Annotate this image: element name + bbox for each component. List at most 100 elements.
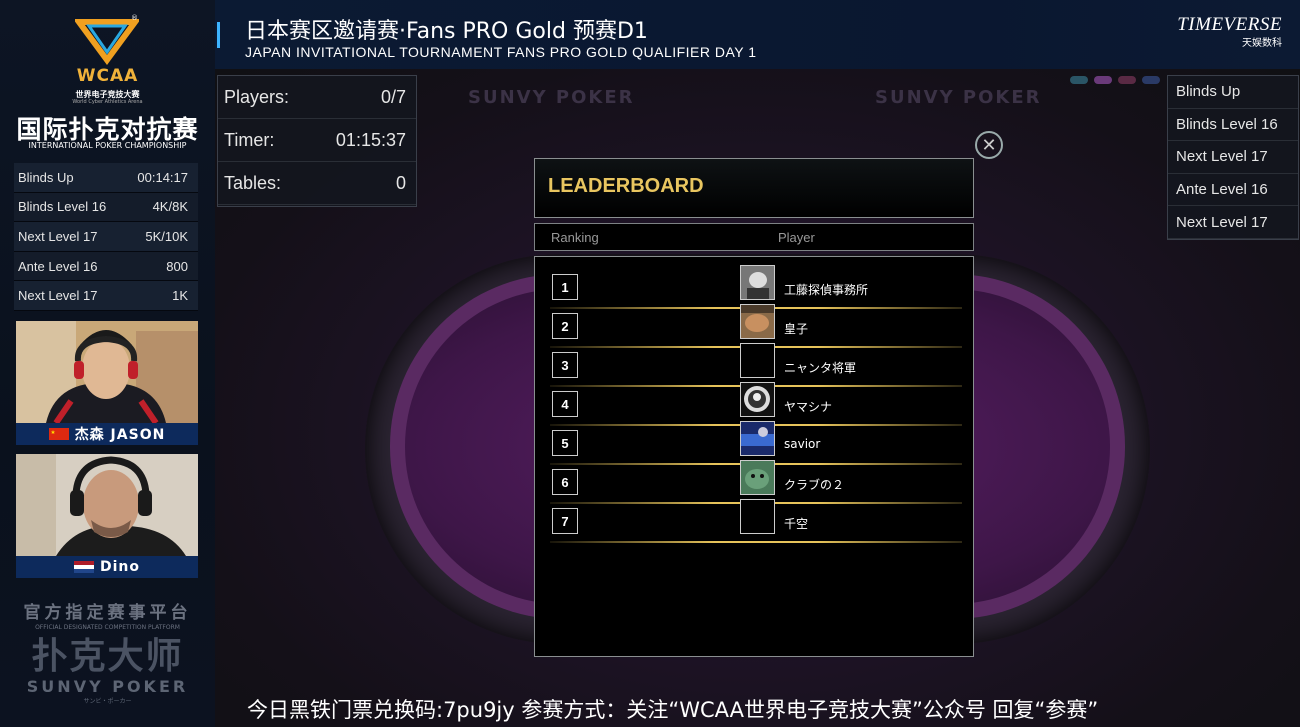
info-label: Timer:: [224, 129, 275, 150]
player-name: ヤマシナ: [784, 400, 833, 414]
platform-branding: 官方指定赛事平台 OFFICIAL DESIGNATED COMPETITION…: [0, 596, 215, 727]
wcaa-text: WCAA: [76, 66, 139, 86]
player-name: クラブの２: [784, 478, 845, 492]
player-name: 千空: [784, 517, 809, 531]
column-header-ranking: Ranking: [551, 230, 599, 245]
sunvy-poker-logo: SUNVY POKER: [26, 677, 189, 696]
blinds-row: Ante Level 16 800: [14, 251, 198, 282]
player-name: ニャンタ将軍: [784, 361, 857, 375]
right-blinds-row: Next Level 17: [1168, 206, 1298, 239]
blinds-value: 4K/8K: [152, 199, 188, 215]
close-leaderboard-button[interactable]: ✕: [975, 131, 1003, 159]
rank-box: 3: [552, 352, 578, 378]
player-name: Dino: [99, 559, 140, 575]
svg-text:®: ®: [131, 14, 138, 22]
rank-box: 5: [552, 430, 578, 456]
info-row-players: Players: 0/7: [218, 76, 416, 119]
rank-box: 4: [552, 391, 578, 417]
ticker-text: 今日黑铁门票兑换码:7pu9jy 参赛方式：关注“WCAA世界电子竞技大赛”公众…: [247, 697, 1099, 722]
blinds-label: Ante Level 16: [18, 258, 98, 274]
rank-box: 2: [552, 313, 578, 339]
table-indicator-dots: [1070, 76, 1160, 84]
blinds-value: 00:14:17: [137, 169, 188, 185]
blinds-row: Blinds Up 00:14:17: [14, 163, 198, 193]
china-flag-icon: [48, 428, 69, 440]
player-name: 杰森 JASON: [74, 427, 166, 443]
page-title: 日本赛区邀请赛·Fans PRO Gold 预赛D1: [245, 19, 648, 44]
row-divider: [550, 541, 962, 543]
info-label: Tables:: [224, 172, 282, 193]
platform-title-cn: 官方指定赛事平台: [23, 603, 192, 623]
column-header-player: Player: [778, 230, 815, 245]
event-logo-area: ® WCAA 世界电子竞技大赛 World Cyber Athletics Ar…: [0, 0, 215, 160]
tournament-info-panel: Players: 0/7 Timer: 01:15:37 Tables: 0: [217, 75, 417, 207]
player-avatar: [740, 382, 775, 417]
player-avatar: [740, 460, 775, 495]
header-accent-bar: [217, 22, 220, 48]
broadcast-header: 日本赛区邀请赛·Fans PRO Gold 预赛D1 JAPAN INVITAT…: [215, 0, 1300, 70]
indicator-dot: [1070, 76, 1088, 84]
poker-master-logo: 扑克大师: [0, 637, 215, 677]
event-title-en: INTERNATIONAL POKER CHAMPIONSHIP: [28, 141, 187, 150]
right-blinds-row: Blinds Level 16: [1168, 109, 1298, 142]
blinds-panel: Blinds Up 00:14:17 Blinds Level 16 4K/8K N…: [14, 163, 198, 311]
info-value: 0/7: [380, 86, 406, 107]
left-sidebar: ® WCAA 世界电子竞技大赛 World Cyber Athletics Ar…: [0, 0, 215, 727]
indicator-dot: [1118, 76, 1136, 84]
rank-box: 1: [552, 274, 578, 300]
blinds-value: 1K: [172, 288, 188, 304]
player-avatar: [740, 499, 775, 534]
player-avatar: [740, 265, 775, 300]
player-name: 工藤探偵事務所: [784, 283, 869, 297]
info-row-timer: Timer: 01:15:37: [218, 119, 416, 162]
player-avatar: [740, 343, 775, 378]
cam-label-dino: Dino: [16, 556, 198, 578]
right-blinds-panel: Blinds Up Blinds Level 16 Next Level 17 …: [1167, 75, 1299, 240]
indicator-dot: [1094, 76, 1112, 84]
timeverse-sub: 天娱数科: [1242, 38, 1282, 49]
info-row-tables: Tables: 0: [218, 162, 416, 205]
blinds-row: Blinds Level 16 4K/8K: [14, 192, 198, 223]
page-subtitle: JAPAN INVITATIONAL TOURNAMENT FANS PRO G…: [245, 44, 757, 60]
webcam-video-jason: [16, 321, 198, 423]
player-cam-dino: Dino: [16, 454, 198, 578]
sunvy-watermark-left: SUNVY POKER: [468, 87, 635, 108]
blinds-label: Blinds Up: [18, 169, 74, 185]
leaderboard-column-headers: Ranking Player: [534, 223, 974, 251]
info-value: 01:15:37: [335, 129, 406, 150]
player-name: 皇子: [784, 322, 809, 336]
sunvy-watermark-right: SUNVY POKER: [875, 87, 1042, 108]
player-avatar: [740, 421, 775, 456]
rank-box: 6: [552, 469, 578, 495]
close-icon: ✕: [981, 134, 997, 156]
platform-logo-text: 扑克大师: [31, 636, 184, 677]
blinds-value: 5K/10K: [145, 228, 188, 244]
wcaa-subtitle-en: World Cyber Athletics Arena: [72, 99, 143, 105]
leaderboard-row: 7 千空: [550, 499, 962, 543]
netherlands-flag-icon: [73, 561, 94, 573]
platform-title-en: OFFICIAL DESIGNATED COMPETITION PLATFORM: [35, 624, 180, 631]
sunvy-kana: サンビ・ポーカー: [83, 698, 132, 705]
player-avatar: [740, 304, 775, 339]
bottom-ticker: 今日黑铁门票兑换码:7pu9jy 参赛方式：关注“WCAA世界电子竞技大赛”公众…: [215, 690, 1300, 727]
right-blinds-row: Ante Level 16: [1168, 174, 1298, 207]
blinds-row: Next Level 17 5K/10K: [14, 222, 198, 252]
leaderboard-header: LEADERBOARD: [534, 158, 974, 218]
blinds-value: 800: [166, 258, 188, 274]
timeverse-name: TIMEVERSE: [1177, 14, 1282, 35]
webcam-video-dino: [16, 454, 198, 556]
info-label: Players:: [224, 86, 290, 107]
right-blinds-row: Next Level 17: [1168, 141, 1298, 174]
blinds-label: Next Level 17: [18, 288, 98, 304]
blinds-label: Next Level 17: [18, 228, 98, 244]
right-blinds-row: Blinds Up: [1168, 76, 1298, 109]
wcaa-logo-icon: ®: [75, 14, 139, 66]
info-value: 0: [395, 172, 406, 193]
player-name: savior: [784, 437, 821, 451]
rank-box: 7: [552, 508, 578, 534]
indicator-dot: [1142, 76, 1160, 84]
leaderboard-list[interactable]: 1 工藤探偵事務所 2 皇子 3 ニャンタ将軍 4 ヤマシナ 5 savior …: [534, 256, 974, 657]
player-cam-jason: 杰森 JASON: [16, 321, 198, 445]
blinds-row: Next Level 17 1K: [14, 281, 198, 311]
blinds-label: Blinds Level 16: [18, 199, 107, 215]
